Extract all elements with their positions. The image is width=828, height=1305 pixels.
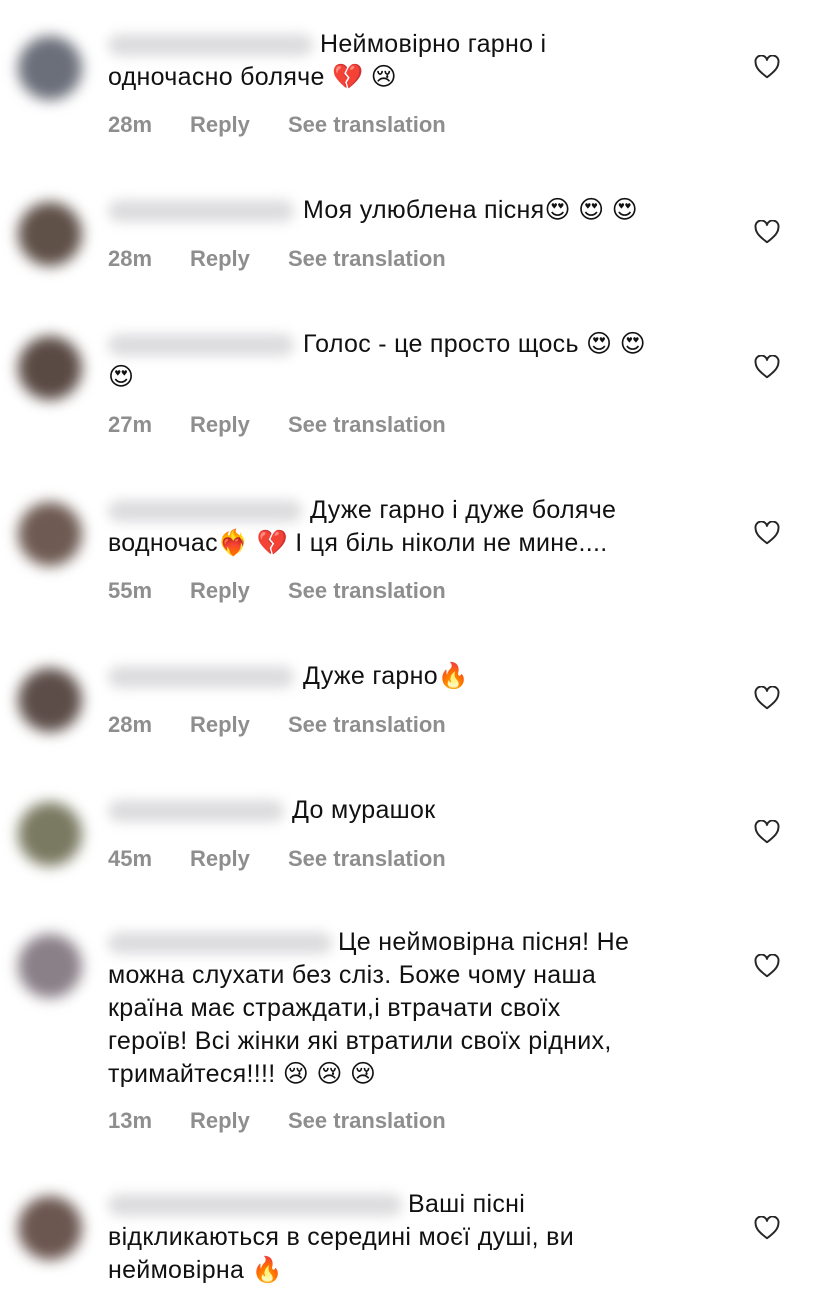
like-heart-icon[interactable]	[754, 521, 780, 545]
comment-text: Моя улюблена пісня😍 😍 😍	[303, 196, 639, 224]
comment-text: Голос - це просто щось 😍 😍 😍	[108, 330, 646, 391]
comment-text: Неймовірно гарно і одночасно боляче 💔 😢	[108, 30, 547, 91]
avatar[interactable]	[18, 668, 82, 732]
avatar[interactable]	[18, 336, 82, 400]
avatar[interactable]	[18, 802, 82, 866]
comment-text: Це неймовірна пісня! Не можна слухати бе…	[108, 928, 630, 1088]
comment-meta: 28m Reply See translation	[108, 712, 446, 738]
comment-text: Ваші пісні відкликаються в середині моєї…	[108, 1190, 574, 1284]
see-translation-button[interactable]: See translation	[288, 578, 446, 604]
see-translation-button[interactable]: See translation	[288, 246, 446, 272]
avatar[interactable]	[18, 1196, 82, 1260]
see-translation-button[interactable]: See translation	[288, 712, 446, 738]
comment-time: 28m	[108, 712, 153, 737]
like-heart-icon[interactable]	[754, 954, 780, 978]
avatar[interactable]	[18, 202, 82, 266]
comment-meta: 13m Reply See translation	[108, 1108, 446, 1134]
avatar[interactable]	[18, 934, 82, 998]
comment-meta: 28m Reply See translation	[108, 112, 446, 138]
comment-meta: 45m Reply See translation	[108, 846, 446, 872]
like-heart-icon[interactable]	[754, 55, 780, 79]
reply-button[interactable]: Reply	[190, 112, 288, 138]
reply-button[interactable]: Reply	[190, 1108, 288, 1134]
see-translation-button[interactable]: See translation	[288, 846, 446, 872]
comment-time: 28m	[108, 112, 153, 137]
comment-text: Дуже гарно🔥	[303, 662, 470, 690]
comment-time: 28m	[108, 246, 153, 271]
comment-meta: 55m Reply See translation	[108, 578, 446, 604]
like-heart-icon[interactable]	[754, 1216, 780, 1240]
like-heart-icon[interactable]	[754, 220, 780, 244]
comment-meta: 28m Reply See translation	[108, 246, 446, 272]
avatar[interactable]	[18, 36, 82, 100]
like-heart-icon[interactable]	[754, 820, 780, 844]
reply-button[interactable]: Reply	[190, 712, 288, 738]
comment-time: 55m	[108, 578, 153, 603]
see-translation-button[interactable]: See translation	[288, 112, 446, 138]
comment-time: 13m	[108, 1108, 153, 1133]
avatar[interactable]	[18, 502, 82, 566]
see-translation-button[interactable]: See translation	[288, 1108, 446, 1134]
like-heart-icon[interactable]	[754, 686, 780, 710]
reply-button[interactable]: Reply	[190, 846, 288, 872]
reply-button[interactable]: Reply	[190, 246, 288, 272]
comment-meta: 27m Reply See translation	[108, 412, 446, 438]
comment-text: До мурашок	[292, 796, 436, 824]
reply-button[interactable]: Reply	[190, 578, 288, 604]
comment-time: 27m	[108, 412, 153, 437]
comment-text: Дуже гарно і дуже боляче водночас❤️‍🔥 💔 …	[108, 496, 617, 557]
like-heart-icon[interactable]	[754, 355, 780, 379]
see-translation-button[interactable]: See translation	[288, 412, 446, 438]
reply-button[interactable]: Reply	[190, 412, 288, 438]
comment-time: 45m	[108, 846, 153, 871]
